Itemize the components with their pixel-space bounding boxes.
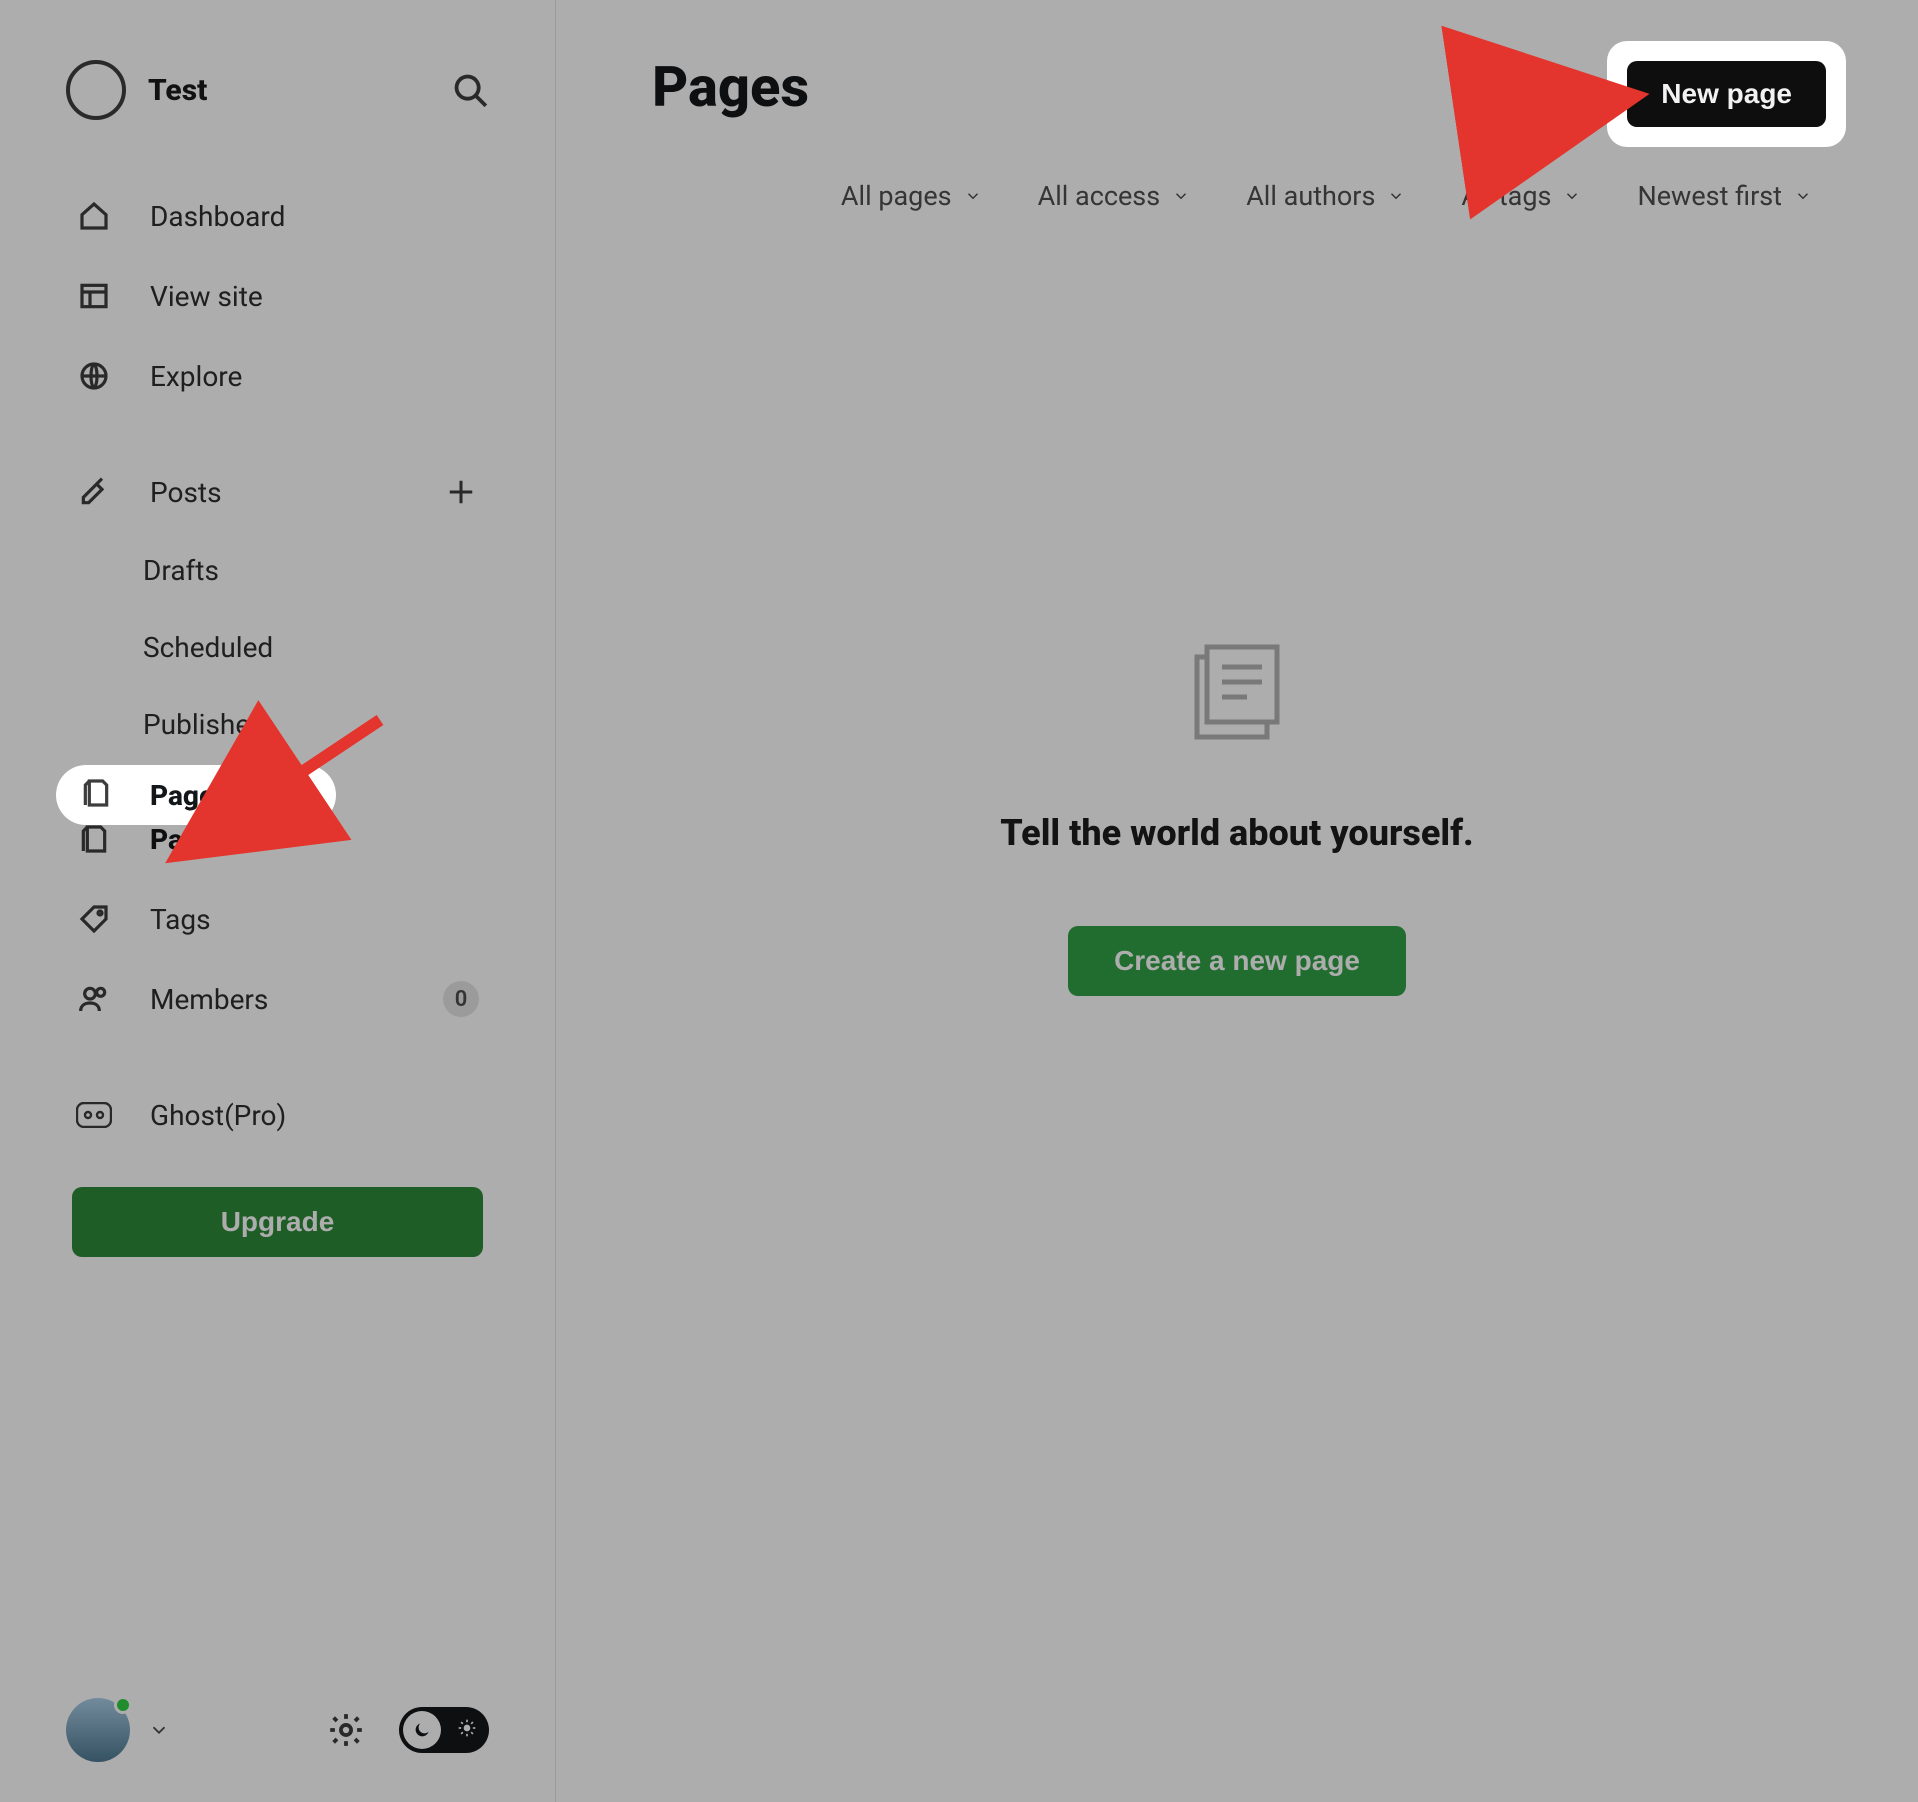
filter-label: All tags [1461,180,1551,212]
sidebar-item-label: Dashboard [150,200,285,233]
chevron-down-icon [964,187,982,205]
main-header: Pages New page [652,54,1822,120]
sidebar-item-drafts[interactable]: Drafts [48,546,507,595]
chevron-down-icon [1563,187,1581,205]
sidebar-item-ghostpro[interactable]: Ghost(Pro) [48,1089,507,1141]
tag-icon [76,901,112,937]
sidebar-item-label: Drafts [143,554,219,587]
chevron-down-icon [1172,187,1190,205]
site-logo-icon [66,60,126,120]
moon-icon [403,1711,441,1749]
search-button[interactable] [451,71,489,109]
upgrade-button[interactable]: Upgrade [72,1187,483,1257]
sidebar-item-label: Members [150,983,268,1016]
user-avatar[interactable] [66,1698,130,1762]
filter-label: All authors [1246,180,1375,212]
search-icon [451,71,489,109]
sidebar-item-view-site[interactable]: View site [48,270,507,322]
filter-sort[interactable]: Newest first [1637,180,1812,212]
sidebar: Test Dashboard View site [0,0,556,1802]
edit-icon [76,474,112,510]
sidebar-item-label: Tags [150,903,211,936]
sidebar-item-tags[interactable]: Tags [48,893,507,945]
filter-all-access[interactable]: All access [1038,180,1191,212]
sidebar-item-label: Ghost(Pro) [150,1099,286,1132]
filters-bar: All pages All access All authors All tag… [652,180,1822,212]
sidebar-item-label: Published [143,708,266,741]
page-title: Pages [652,54,809,120]
new-page-button[interactable]: New page [1623,54,1822,120]
sidebar-footer [0,1698,555,1762]
sidebar-item-published[interactable]: Published [48,700,507,749]
home-icon [76,198,112,234]
sidebar-item-pages[interactable]: Pages [48,813,507,865]
globe-icon [76,358,112,394]
sidebar-item-label: Pages [150,823,229,856]
pages-empty-icon [1177,632,1297,752]
sidebar-item-explore[interactable]: Explore [48,350,507,402]
sidebar-item-label: Explore [150,360,242,393]
filter-all-pages[interactable]: All pages [841,180,982,212]
filter-label: All access [1038,180,1161,212]
sun-icon [457,1718,477,1742]
sidebar-item-label: Scheduled [143,631,273,664]
members-icon [76,981,112,1017]
site-link[interactable]: Test [66,60,207,120]
chevron-down-icon [1794,187,1812,205]
add-post-button[interactable] [443,474,479,510]
primary-nav: Dashboard View site Explore [0,190,555,1141]
members-count-badge: 0 [443,981,479,1017]
empty-title: Tell the world about yourself. [1000,812,1473,854]
filter-all-authors[interactable]: All authors [1246,180,1405,212]
settings-button[interactable] [325,1709,367,1751]
site-name: Test [148,73,207,108]
sidebar-item-scheduled[interactable]: Scheduled [48,623,507,672]
sidebar-item-label: Posts [150,476,222,509]
empty-state: Tell the world about yourself. Create a … [652,632,1822,996]
sidebar-header: Test [0,60,555,190]
app-root: Test Dashboard View site [0,0,1918,1802]
filter-label: All pages [841,180,952,212]
sidebar-item-label: View site [150,280,263,313]
plus-icon [446,477,476,507]
sidebar-item-members[interactable]: Members 0 [48,973,507,1025]
create-page-button[interactable]: Create a new page [1068,926,1406,996]
main-content: Pages New page All pages All access All … [556,0,1918,1802]
sidebar-item-posts[interactable]: Posts [48,466,507,518]
chevron-down-icon[interactable] [148,1719,170,1741]
filter-label: Newest first [1637,180,1782,212]
gear-icon [327,1711,365,1749]
panel-icon [76,278,112,314]
ghost-pro-icon [76,1097,112,1133]
chevron-down-icon [1387,187,1405,205]
filter-all-tags[interactable]: All tags [1461,180,1581,212]
page-icon [76,821,112,857]
theme-toggle[interactable] [399,1707,489,1753]
online-status-dot [114,1696,132,1714]
sidebar-item-dashboard[interactable]: Dashboard [48,190,507,242]
